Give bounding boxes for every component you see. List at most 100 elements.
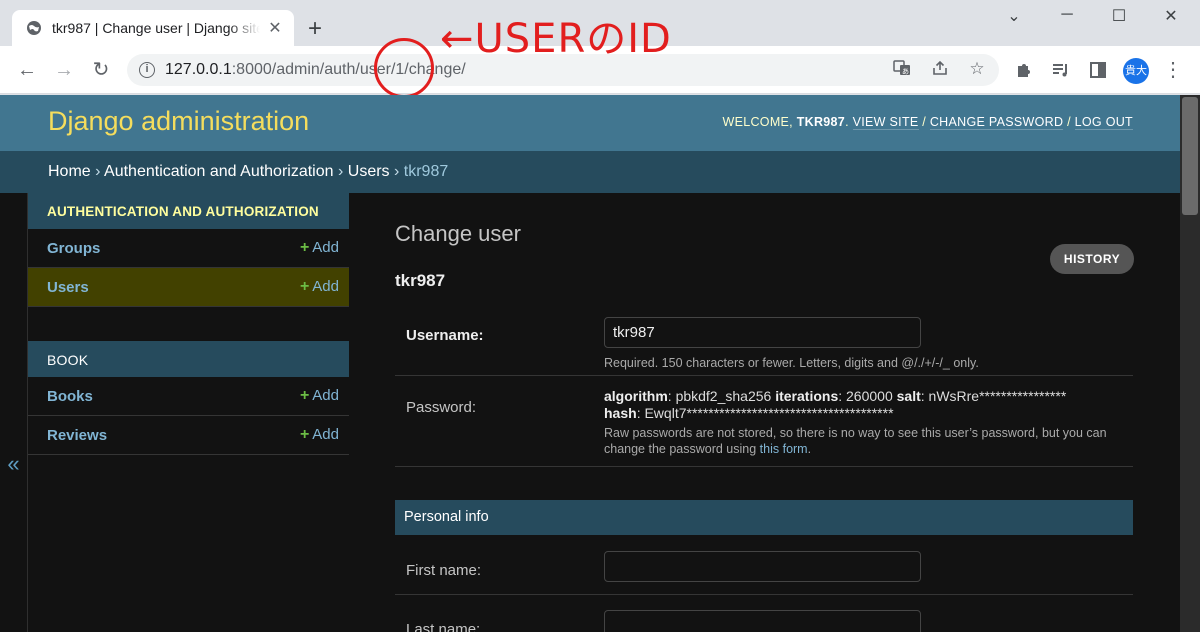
plus-icon: +	[299, 426, 310, 443]
annotation-text: ←USERのID	[440, 16, 672, 62]
profile-avatar[interactable]: 貴大	[1123, 58, 1149, 84]
breadcrumb-current: tkr987	[403, 163, 449, 180]
add-groups-link[interactable]: + Add	[300, 239, 339, 257]
breadcrumb-separator: ›	[337, 163, 344, 180]
salt-key: salt	[896, 388, 921, 404]
add-label: Add	[312, 387, 339, 404]
kebab-menu-icon[interactable]: ⋮	[1161, 58, 1185, 82]
add-label: Add	[312, 239, 339, 256]
history-button[interactable]: HISTORY	[1050, 244, 1134, 274]
tab-close-icon[interactable]: ✕	[266, 18, 284, 38]
side-panel-icon[interactable]	[1086, 58, 1110, 82]
admin-page: Django administration WELCOME, TKR987. V…	[0, 95, 1180, 632]
object-title: tkr987	[395, 271, 446, 290]
algorithm-key: algorithm	[604, 388, 668, 404]
hash-value: Ewqlt7**********************************…	[644, 405, 894, 421]
module-spacer	[28, 307, 349, 341]
media-control-icon[interactable]	[1049, 58, 1073, 82]
module-caption-book[interactable]: BOOK	[28, 341, 349, 377]
log-out-link[interactable]: LOG OUT	[1074, 115, 1133, 130]
plus-icon: +	[299, 387, 310, 404]
fieldset-personal-info: Personal info	[395, 500, 1133, 535]
double-chevron-left-icon: «	[7, 451, 20, 476]
page-title: Change user	[395, 221, 521, 246]
salt-value: nWsRre****************	[928, 388, 1067, 404]
password-row: Password: algorithm: pbkdf2_sha256 itera…	[395, 376, 1133, 467]
add-books-link[interactable]: + Add	[300, 387, 339, 405]
reload-button[interactable]: ↻	[89, 58, 113, 82]
minimize-button[interactable]: ─	[1047, 6, 1087, 24]
welcome-text: WELCOME,	[722, 115, 797, 129]
sidebar-item-groups: Groups + Add	[28, 229, 349, 268]
first-name-input[interactable]	[604, 551, 921, 582]
scrollbar-thumb[interactable]	[1182, 97, 1198, 215]
nav-sidebar-toggle[interactable]: «	[0, 193, 28, 632]
sidebar-item-books: Books + Add	[28, 377, 349, 416]
view-site-link[interactable]: VIEW SITE	[852, 115, 919, 130]
password-label: Password:	[406, 399, 477, 416]
model-link-groups[interactable]: Groups	[47, 240, 300, 257]
username-label: Username:	[406, 327, 484, 344]
password-help: Raw passwords are not stored, so there i…	[604, 425, 1124, 457]
password-hash-summary: algorithm: pbkdf2_sha256 iterations: 260…	[604, 388, 1067, 404]
page-scrollbar[interactable]	[1180, 95, 1200, 632]
change-password-form-link[interactable]: this form	[760, 442, 808, 456]
add-users-link[interactable]: + Add	[300, 278, 339, 296]
model-link-books[interactable]: Books	[47, 388, 300, 405]
forward-button[interactable]: →	[52, 58, 76, 82]
plus-icon: +	[299, 278, 310, 295]
model-link-reviews[interactable]: Reviews	[47, 427, 300, 444]
translate-icon[interactable]: あ	[891, 59, 913, 82]
breadcrumb-app[interactable]: Authentication and Authorization	[104, 163, 334, 180]
bookmark-star-icon[interactable]: ☆	[966, 59, 988, 79]
algorithm-value: pbkdf2_sha256	[675, 388, 772, 404]
share-icon[interactable]	[929, 59, 951, 82]
chevron-down-icon[interactable]: ⌄	[994, 6, 1034, 26]
model-link-users[interactable]: Users	[47, 279, 300, 296]
last-name-input[interactable]	[604, 610, 921, 632]
username-help: Required. 150 characters or fewer. Lette…	[604, 356, 979, 370]
admin-header: Django administration WELCOME, TKR987. V…	[0, 95, 1180, 151]
change-password-link[interactable]: CHANGE PASSWORD	[929, 115, 1064, 130]
maximize-button[interactable]: ☐	[1099, 6, 1139, 26]
last-name-row: Last name:	[395, 595, 1133, 632]
iterations-key: iterations	[775, 388, 839, 404]
password-help-text: Raw passwords are not stored, so there i…	[604, 426, 1107, 456]
breadcrumb-home[interactable]: Home	[48, 163, 91, 180]
annotation-circle	[374, 38, 434, 98]
close-window-button[interactable]: ✕	[1151, 6, 1191, 26]
breadcrumb-separator: ›	[394, 163, 400, 180]
svg-text:あ: あ	[902, 68, 909, 76]
globe-icon	[27, 21, 41, 35]
username-row: Username: Required. 150 characters or fe…	[395, 309, 1133, 376]
iterations-value: 260000	[846, 388, 893, 404]
back-button[interactable]: ←	[15, 58, 39, 82]
breadcrumb-separator: ›	[95, 163, 101, 180]
hash-key: hash	[604, 405, 637, 421]
user-tools: WELCOME, TKR987. VIEW SITE / CHANGE PASS…	[722, 115, 1133, 130]
new-tab-button[interactable]: +	[302, 17, 328, 41]
add-reviews-link[interactable]: + Add	[300, 426, 339, 444]
add-label: Add	[312, 426, 339, 443]
url-host: 127.0.0.1	[165, 61, 232, 78]
first-name-label: First name:	[406, 562, 482, 579]
username-input[interactable]	[604, 317, 921, 348]
password-help-end: .	[807, 442, 812, 456]
breadcrumb-model[interactable]: Users	[348, 163, 390, 180]
tab-title: tkr987 | Change user | Django site admin	[52, 20, 260, 36]
breadcrumb: Home › Authentication and Authorization …	[0, 151, 1180, 193]
browser-tab[interactable]: tkr987 | Change user | Django site admin…	[12, 10, 294, 46]
plus-icon: +	[299, 239, 310, 256]
sidebar-item-users: Users + Add	[28, 268, 349, 307]
info-icon[interactable]: i	[139, 62, 155, 78]
password-hash-line: hash: Ewqlt7****************************…	[604, 405, 894, 421]
last-name-label: Last name:	[406, 621, 481, 632]
extensions-icon[interactable]	[1012, 58, 1036, 82]
current-username: TKR987	[796, 115, 846, 129]
nav-sidebar: AUTHENTICATION AND AUTHORIZATION Groups …	[28, 193, 349, 632]
site-brand[interactable]: Django administration	[48, 106, 309, 137]
sidebar-item-reviews: Reviews + Add	[28, 416, 349, 455]
module-caption-auth[interactable]: AUTHENTICATION AND AUTHORIZATION	[28, 193, 349, 229]
add-label: Add	[312, 278, 339, 295]
first-name-row: First name:	[395, 535, 1133, 595]
